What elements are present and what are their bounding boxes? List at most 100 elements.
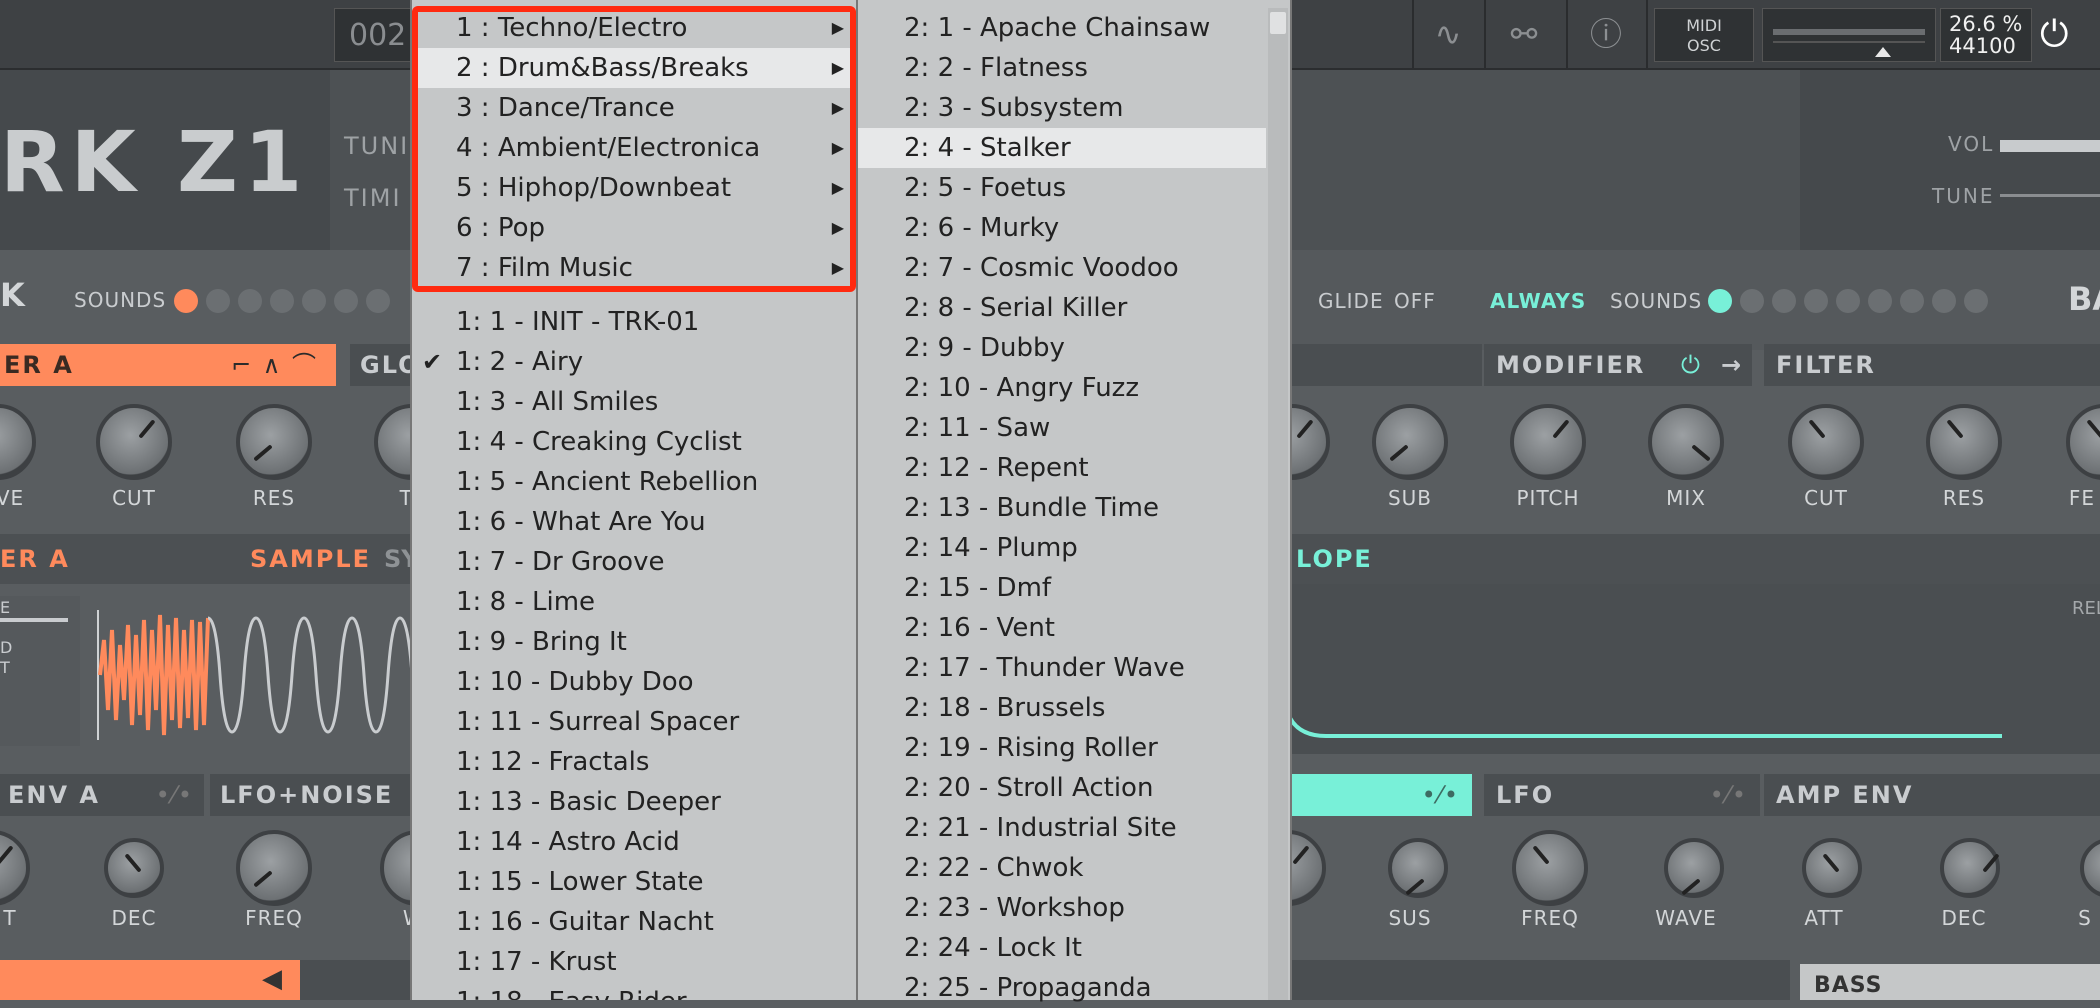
sound-slot-5[interactable] xyxy=(302,289,326,313)
wave-knob[interactable] xyxy=(1664,838,1724,898)
sound-slot-7[interactable] xyxy=(366,289,390,313)
submenu-preset-item[interactable]: 2: 25 - Propaganda xyxy=(858,968,1290,1008)
dec-knob[interactable] xyxy=(1940,838,2000,898)
tune-slider[interactable] xyxy=(2000,194,2100,197)
submenu-preset-item[interactable]: 2: 17 - Thunder Wave xyxy=(858,648,1290,688)
glide-off-option[interactable]: OFF xyxy=(1394,289,1436,313)
submenu-preset-item[interactable]: 2: 21 - Industrial Site xyxy=(858,808,1290,848)
sound-slot-8[interactable] xyxy=(1932,289,1956,313)
submenu-preset-item[interactable]: 2: 9 - Dubby xyxy=(858,328,1290,368)
submenu-preset-item[interactable]: 2: 15 - Dmf xyxy=(858,568,1290,608)
menu-preset-item[interactable]: 1: 1 - INIT - TRK-01 xyxy=(412,302,856,342)
cut-knob[interactable] xyxy=(1788,404,1864,480)
res-knob[interactable] xyxy=(1926,404,2002,480)
menu-preset-item[interactable]: 1: 7 - Dr Groove xyxy=(412,542,856,582)
menu-preset-item[interactable]: 1: 4 - Creaking Cyclist xyxy=(412,422,856,462)
menu-preset-item[interactable]: 1: 5 - Ancient Rebellion xyxy=(412,462,856,502)
menu-preset-item[interactable]: 1: 13 - Basic Deeper xyxy=(412,782,856,822)
submenu-preset-item[interactable]: 2: 20 - Stroll Action xyxy=(858,768,1290,808)
freq-knob[interactable] xyxy=(236,830,312,906)
sound-slot-1[interactable] xyxy=(174,289,198,313)
arrow-right-icon[interactable]: → xyxy=(1712,344,1752,386)
vol-slider[interactable] xyxy=(2000,140,2100,152)
submenu-preset-item[interactable]: 2: 7 - Cosmic Voodoo xyxy=(858,248,1290,288)
lfo-header[interactable]: LFO •⁄• xyxy=(1484,774,1760,816)
master-level-meter[interactable] xyxy=(1762,8,1936,62)
power-icon[interactable]: ⏻ xyxy=(2040,14,2068,56)
submenu-scrollbar[interactable] xyxy=(1268,8,1288,1000)
submenu-preset-item[interactable]: 2: 22 - Chwok xyxy=(858,848,1290,888)
mix-knob[interactable] xyxy=(1648,404,1724,480)
menu-preset-item[interactable]: 1: 18 - Easy Rider xyxy=(412,982,856,1000)
submenu-preset-item[interactable]: 2: 16 - Vent xyxy=(858,608,1290,648)
modifier-power-icon[interactable]: ⏻ xyxy=(1681,344,1702,386)
tape-icon[interactable]: ⚯ xyxy=(1502,14,1546,54)
speaker-icon[interactable]: ◀ xyxy=(262,964,282,994)
submenu-preset-item[interactable]: 2: 5 - Foetus xyxy=(858,168,1290,208)
info-icon[interactable]: ⓘ xyxy=(1584,14,1628,54)
scroll-up-arrow-icon[interactable] xyxy=(1270,12,1286,34)
menu-preset-item[interactable]: ✔ 1: 2 - Airy xyxy=(412,342,856,382)
sound-slot-3[interactable] xyxy=(1772,289,1796,313)
waveform-icon[interactable]: ∿ xyxy=(1426,14,1470,54)
menu-preset-item[interactable]: 1: 10 - Dubby Doo xyxy=(412,662,856,702)
submenu-preset-item[interactable]: 2: 8 - Serial Killer xyxy=(858,288,1290,328)
menu-preset-item[interactable]: 1: 9 - Bring It xyxy=(412,622,856,662)
glide-always-option[interactable]: ALWAYS xyxy=(1490,289,1586,313)
preset-number-display[interactable]: 002 xyxy=(334,8,414,62)
submenu-preset-item[interactable]: 2: 1 - Apache Chainsaw xyxy=(858,8,1290,48)
sound-slot-1[interactable] xyxy=(1708,289,1732,313)
cut-knob[interactable] xyxy=(96,404,172,480)
amp-env-header[interactable]: AMP ENV xyxy=(1764,774,2100,816)
res-knob[interactable] xyxy=(236,404,312,480)
lfo-noise-header[interactable]: LFO+NOISE xyxy=(210,774,430,816)
bass-label[interactable]: BASS xyxy=(1800,964,2100,1000)
sub-knob[interactable] xyxy=(1372,404,1448,480)
menu-preset-item[interactable]: 1: 12 - Fractals xyxy=(412,742,856,782)
sound-slot-2[interactable] xyxy=(1740,289,1764,313)
submenu-preset-item[interactable]: 2: 6 - Murky xyxy=(858,208,1290,248)
submenu-preset-item[interactable]: 2: 11 - Saw xyxy=(858,408,1290,448)
menu-preset-item[interactable]: 1: 6 - What Are You xyxy=(412,502,856,542)
sample-tab[interactable]: SAMPLE xyxy=(250,545,371,573)
menu-preset-item[interactable]: 1: 3 - All Smiles xyxy=(412,382,856,422)
menu-preset-item[interactable]: 1: 8 - Lime xyxy=(412,582,856,622)
waveform-display[interactable] xyxy=(90,600,420,750)
submenu-preset-item[interactable]: 2: 13 - Bundle Time xyxy=(858,488,1290,528)
dec-knob[interactable] xyxy=(104,838,164,898)
sound-slot-5[interactable] xyxy=(1836,289,1860,313)
mod-env-header[interactable]: •⁄• xyxy=(1292,774,1472,816)
sound-slot-4[interactable] xyxy=(270,289,294,313)
menu-preset-item[interactable]: 1: 16 - Guitar Nacht xyxy=(412,902,856,942)
pitch-knob[interactable] xyxy=(1510,404,1586,480)
submenu-preset-item-hovered[interactable]: 2: 4 - Stalker xyxy=(858,128,1266,168)
freq-knob[interactable] xyxy=(1512,830,1588,906)
submenu-preset-item[interactable]: 2: 24 - Lock It xyxy=(858,928,1290,968)
submenu-preset-item[interactable]: 2: 12 - Repent xyxy=(858,448,1290,488)
submenu-preset-item[interactable]: 2: 10 - Angry Fuzz xyxy=(858,368,1290,408)
filter-a-header[interactable]: ER A ⌐ ∧ ⌒ xyxy=(0,344,336,386)
side-slider[interactable] xyxy=(0,618,68,622)
sample-bar[interactable] xyxy=(0,960,300,1000)
submenu-preset-item[interactable]: 2: 19 - Rising Roller xyxy=(858,728,1290,768)
sound-slot-7[interactable] xyxy=(1900,289,1924,313)
menu-preset-item[interactable]: 1: 14 - Astro Acid xyxy=(412,822,856,862)
menu-preset-item[interactable]: 1: 17 - Krust xyxy=(412,942,856,982)
midi-osc-indicator[interactable]: MIDI OSC xyxy=(1654,8,1754,62)
att-knob[interactable] xyxy=(1802,838,1862,898)
menu-preset-item[interactable]: 1: 11 - Surreal Spacer xyxy=(412,702,856,742)
sound-slot-6[interactable] xyxy=(334,289,358,313)
sound-slot-9[interactable] xyxy=(1964,289,1988,313)
filter-shape-icons[interactable]: ⌐ ∧ ⌒ xyxy=(231,344,318,386)
sound-slot-2[interactable] xyxy=(206,289,230,313)
filter-header[interactable]: FILTER xyxy=(1764,344,2100,386)
submenu-preset-item[interactable]: 2: 14 - Plump xyxy=(858,528,1290,568)
submenu-preset-item[interactable]: 2: 3 - Subsystem xyxy=(858,88,1290,128)
sound-slot-3[interactable] xyxy=(238,289,262,313)
submenu-preset-item[interactable]: 2: 23 - Workshop xyxy=(858,888,1290,928)
modifier-header[interactable]: MODIFIER ⏻ xyxy=(1484,344,1718,386)
sound-slot-4[interactable] xyxy=(1804,289,1828,313)
submenu-preset-item[interactable]: 2: 2 - Flatness xyxy=(858,48,1290,88)
sound-slot-6[interactable] xyxy=(1868,289,1892,313)
menu-preset-item[interactable]: 1: 15 - Lower State xyxy=(412,862,856,902)
